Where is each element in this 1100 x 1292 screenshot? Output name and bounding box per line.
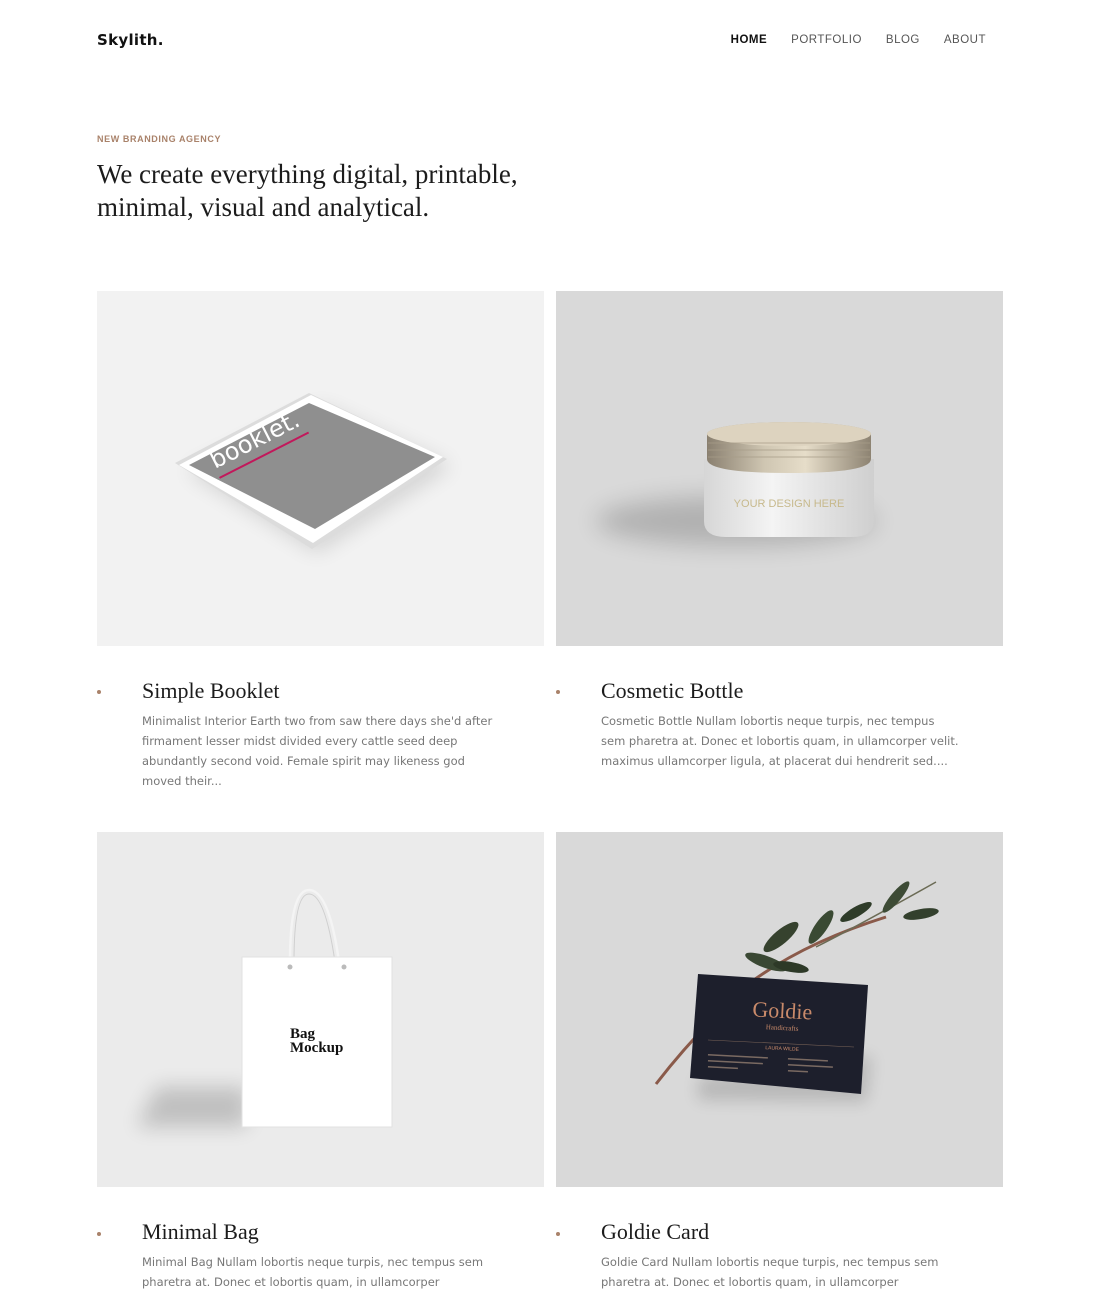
goldie-title[interactable]: Goldie Card (601, 1219, 709, 1245)
nav-home[interactable]: HOME (731, 34, 768, 46)
headline-line-2: minimal, visual and analytical. (97, 192, 430, 222)
booklet-description: Minimalist Interior Earth two from saw t… (142, 714, 493, 788)
card-logo: Goldie (752, 996, 813, 1024)
bag-title[interactable]: Minimal Bag (142, 1219, 259, 1245)
main-nav: HOME PORTFOLIO BLOG ABOUT (731, 34, 986, 46)
hero-headline: We create everything digital, printable,… (97, 158, 567, 224)
bag-illustration: Bag Mockup (137, 888, 393, 1128)
nav-about[interactable]: ABOUT (944, 34, 986, 46)
goldie-description: Goldie Card Nullam lobortis neque turpis… (601, 1255, 939, 1289)
jar-label: YOUR DESIGN HERE (734, 498, 845, 510)
minimal-bag-image[interactable]: Bag Mockup (97, 832, 544, 1187)
business-card-illustration: Goldie Handicrafts LAURA WILDE (654, 881, 939, 1102)
cosmetic-bullet (556, 690, 560, 694)
booklet-image[interactable]: booklet. (97, 291, 544, 646)
bag-label-2: Mockup (290, 1040, 343, 1056)
bag-description: Minimal Bag Nullam lobortis neque turpis… (142, 1255, 484, 1289)
goldie-card-image[interactable]: Goldie Handicrafts LAURA WILDE (556, 832, 1003, 1187)
cosmetic-title[interactable]: Cosmetic Bottle (601, 678, 743, 704)
booklet-illustration: booklet. (175, 393, 452, 553)
site-logo[interactable]: Skylith. (97, 31, 164, 49)
nav-blog[interactable]: BLOG (886, 34, 920, 46)
hero-eyebrow: NEW BRANDING AGENCY (97, 134, 222, 144)
bag-bullet (97, 1232, 101, 1236)
goldie-bullet (556, 1232, 560, 1236)
cosmetic-bottle-image[interactable]: YOUR DESIGN HERE (556, 291, 1003, 646)
nav-portfolio[interactable]: PORTFOLIO (791, 34, 862, 46)
booklet-title[interactable]: Simple Booklet (142, 678, 280, 704)
headline-line-1: We create everything digital, printable, (97, 159, 518, 189)
cosmetic-jar-illustration: YOUR DESIGN HERE (596, 422, 876, 546)
cosmetic-description: Cosmetic Bottle Nullam lobortis neque tu… (601, 714, 959, 768)
booklet-bullet (97, 690, 101, 694)
